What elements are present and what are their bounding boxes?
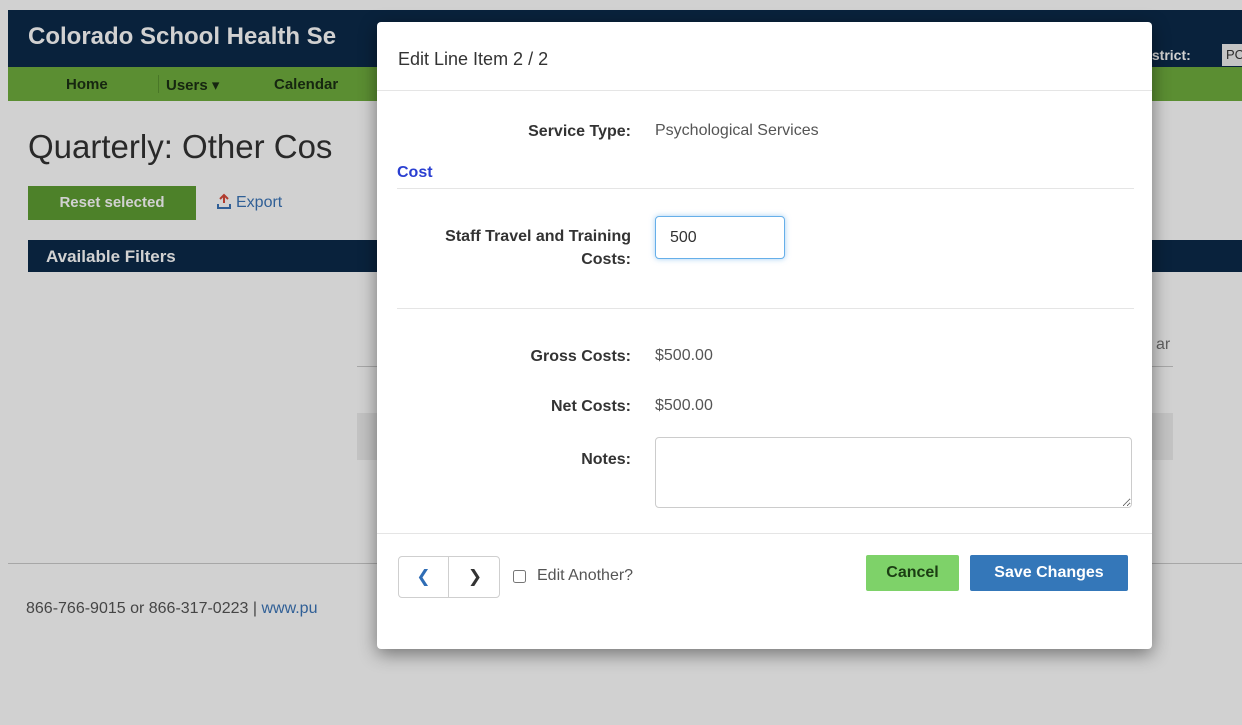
modal-footer-divider <box>377 533 1152 534</box>
edit-line-item-modal: Edit Line Item 2 / 2 Service Type: Psych… <box>377 22 1152 649</box>
modal-title: Edit Line Item 2 / 2 <box>398 49 549 69</box>
cancel-button[interactable]: Cancel <box>866 555 959 591</box>
chevron-right-icon: ❯ <box>467 567 483 587</box>
line-item-pager: ❮ ❯ <box>398 556 500 598</box>
chevron-left-icon: ❮ <box>416 567 431 587</box>
staff-travel-input[interactable] <box>655 216 785 259</box>
next-item-button[interactable]: ❯ <box>450 557 500 597</box>
service-type-value: Psychological Services <box>655 122 819 139</box>
gross-costs-label: Gross Costs: <box>530 348 631 365</box>
save-changes-button[interactable]: Save Changes <box>970 555 1128 591</box>
cost-section-divider <box>397 188 1134 189</box>
gross-costs-value: $500.00 <box>655 347 713 364</box>
net-costs-value: $500.00 <box>655 397 713 414</box>
edit-another-label: Edit Another? <box>537 567 634 584</box>
costs-divider <box>397 308 1134 309</box>
service-type-label: Service Type: <box>528 123 631 140</box>
cost-section-heading: Cost <box>397 164 433 181</box>
edit-another-toggle[interactable]: Edit Another? <box>513 566 633 586</box>
notes-textarea[interactable] <box>655 437 1132 508</box>
notes-label: Notes: <box>581 451 631 468</box>
modal-header-divider <box>377 90 1152 91</box>
net-costs-label: Net Costs: <box>550 398 631 415</box>
staff-travel-label: Staff Travel and Training Costs: <box>445 228 631 268</box>
edit-another-checkbox[interactable] <box>513 569 526 583</box>
previous-item-button[interactable]: ❮ <box>399 557 449 597</box>
